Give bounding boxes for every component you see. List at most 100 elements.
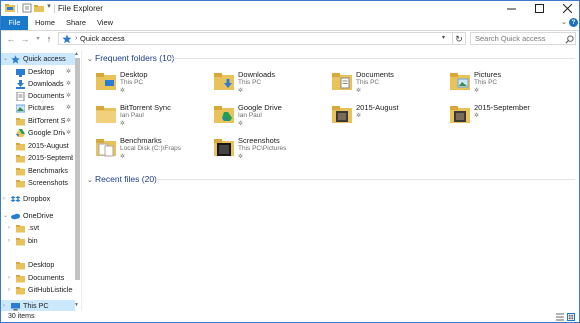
close-button[interactable] — [553, 1, 579, 16]
folder-tile-2015-september[interactable]: 2015-September ✲ — [438, 101, 553, 134]
breadcrumb-separator-icon: › — [75, 35, 78, 42]
sidebar-item-onedrive[interactable]: ⌄ OneDrive — [1, 210, 75, 222]
recent-files-header[interactable]: ⌄ Recent files (20) — [87, 173, 157, 185]
refresh-icon[interactable]: ↻ — [453, 32, 466, 45]
breadcrumb-chevron-icon[interactable]: › — [122, 33, 124, 44]
folder-tile-2015-august[interactable]: 2015-August ✲ — [320, 101, 435, 134]
minimize-button[interactable] — [497, 1, 525, 16]
maximize-icon — [534, 4, 544, 13]
sidebar-item-desktop[interactable]: Desktop — [1, 259, 75, 271]
pin-icon: ✲ — [66, 69, 72, 75]
address-dropdown-chevron-icon[interactable]: ▾ — [442, 33, 445, 44]
pin-icon: ✲ — [474, 113, 480, 119]
pin-icon: ✲ — [238, 88, 244, 94]
address-bar[interactable]: › Quick access › ▾ — [58, 32, 453, 45]
folder-tile-bittorrent-sync[interactable]: BitTorrent Sync Ian Paul ✲ — [84, 101, 199, 134]
folder-icon — [16, 261, 25, 270]
sidebar-item-downloads[interactable]: Downloads ✲ — [1, 78, 75, 90]
content-pane: ⌄ Frequent folders (10) Desktop This PC ✲ Do… — [84, 50, 579, 311]
folder-tile-documents[interactable]: Documents This PC ✲ — [320, 68, 435, 101]
sidebar-item-githublisticle-m[interactable]: › GitHubListicle-m — [1, 284, 75, 296]
sidebar-item-benchmarks[interactable]: Benchmarks — [1, 165, 75, 177]
sidebar-item-this-pc[interactable]: › This PC — [1, 300, 75, 311]
search-icon — [565, 35, 574, 44]
folder-name: Desktop — [120, 70, 148, 79]
large-icons-view-icon[interactable] — [567, 313, 575, 321]
expand-chevron-icon[interactable]: › — [8, 272, 10, 284]
sidebar-item-screenshots[interactable]: Screenshots — [1, 177, 75, 189]
back-arrow-icon[interactable]: ← — [6, 32, 16, 46]
expand-chevron-icon[interactable]: ⌄ — [3, 210, 8, 222]
sidebar-item-label: This PC — [23, 301, 49, 310]
folder-tile-screenshots[interactable]: Screenshots This PC\Pictures ✲ — [202, 134, 317, 167]
sidebar-item-label: Pictures — [28, 103, 54, 112]
folder-tile-benchmarks[interactable]: Benchmarks Local Disk (C:)\Fraps ✲ — [84, 134, 199, 167]
sidebar-item-google-drive[interactable]: Google Drive✲ — [1, 127, 75, 139]
pictures-icon — [15, 104, 26, 113]
sidebar-item-label: GitHubListicle-m — [28, 285, 73, 294]
sidebar-item-dropbox[interactable]: › Dropbox — [1, 193, 75, 205]
expand-chevron-icon[interactable]: › — [8, 284, 10, 296]
tab-home[interactable]: Home — [32, 16, 58, 30]
sidebar-item-label: Desktop — [28, 260, 55, 269]
navigation-pane-scrollbar[interactable]: ▲ ▼ — [74, 50, 81, 311]
search-placeholder: Search Quick access — [475, 34, 546, 43]
expand-chevron-icon[interactable]: › — [3, 300, 5, 311]
expand-chevron-icon[interactable]: › — [3, 193, 5, 205]
folder-location: This PC — [120, 79, 144, 86]
folder-tile-google-drive[interactable]: Google Drive Ian Paul ✲ — [202, 101, 317, 134]
pin-icon: ✲ — [356, 88, 362, 94]
sidebar-item-bittorrent-syn[interactable]: BitTorrent Syn✲ — [1, 115, 75, 127]
folder-icon — [16, 179, 25, 188]
recent-locations-chevron-icon[interactable]: ▾ — [33, 32, 43, 46]
folder-name: Benchmarks — [120, 136, 162, 145]
expand-ribbon-chevron-icon[interactable]: ⌄ — [560, 19, 568, 27]
pc-icon — [11, 302, 20, 311]
folder-icon — [96, 137, 116, 159]
sidebar-item-documents[interactable]: Documents ✲ — [1, 90, 75, 102]
sidebar-item-desktop[interactable]: Desktop ✲ — [1, 66, 75, 78]
sidebar-item-svt[interactable]: › .svt — [1, 222, 75, 234]
forward-arrow-icon[interactable]: → — [20, 32, 30, 46]
expand-chevron-icon[interactable]: › — [8, 235, 10, 247]
sidebar-item-2015-september[interactable]: 2015-September — [1, 152, 75, 164]
expand-chevron-icon[interactable]: › — [8, 222, 10, 234]
file-explorer-app-icon[interactable] — [5, 3, 15, 13]
section-divider — [170, 58, 575, 59]
folder-icon — [450, 71, 470, 93]
folder-name: Documents — [356, 70, 394, 79]
expand-chevron-icon[interactable]: ⌄ — [3, 53, 8, 65]
sidebar-item-documents[interactable]: › Documents — [1, 272, 75, 284]
scrollbar-thumb[interactable] — [75, 58, 80, 280]
sidebar-item-2015-august[interactable]: 2015-August — [1, 140, 75, 152]
maximize-button[interactable] — [525, 1, 553, 16]
folder-tile-pictures[interactable]: Pictures This PC ✲ — [438, 68, 553, 101]
tab-share[interactable]: Share — [63, 16, 89, 30]
frequent-folders-header[interactable]: ⌄ Frequent folders (10) — [87, 52, 174, 64]
properties-icon[interactable] — [22, 3, 32, 13]
customize-toolbar-chevron-icon[interactable]: ▾ — [46, 2, 52, 12]
breadcrumb-quick-access[interactable]: Quick access — [80, 33, 125, 44]
tab-file[interactable]: File — [1, 16, 28, 30]
sidebar-item-quick-access[interactable]: ⌄ Quick access — [1, 53, 75, 65]
details-view-icon[interactable] — [556, 313, 564, 321]
folder-name: Screenshots — [238, 136, 280, 145]
status-bar: 30 items — [1, 312, 579, 322]
help-icon[interactable]: ? — [569, 18, 578, 27]
sidebar-item-label: bin — [28, 236, 38, 245]
folder-name: Google Drive — [238, 103, 282, 112]
scroll-down-arrow-icon[interactable]: ▼ — [74, 302, 79, 308]
new-folder-icon[interactable] — [34, 3, 44, 13]
tab-view[interactable]: View — [94, 16, 116, 30]
folder-icon — [16, 237, 25, 246]
scroll-up-arrow-icon[interactable]: ▲ — [74, 51, 79, 57]
up-arrow-icon[interactable]: ↑ — [44, 32, 54, 46]
search-input[interactable]: Search Quick access — [470, 32, 576, 45]
folder-tile-desktop[interactable]: Desktop This PC ✲ — [84, 68, 199, 101]
sidebar-item-pictures[interactable]: Pictures ✲ — [1, 102, 75, 114]
title-separator — [54, 4, 55, 13]
sidebar-item-label: 2015-September — [28, 153, 73, 162]
pin-icon: ✲ — [238, 121, 244, 127]
folder-tile-downloads[interactable]: Downloads This PC ✲ — [202, 68, 317, 101]
sidebar-item-bin[interactable]: › bin — [1, 235, 75, 247]
